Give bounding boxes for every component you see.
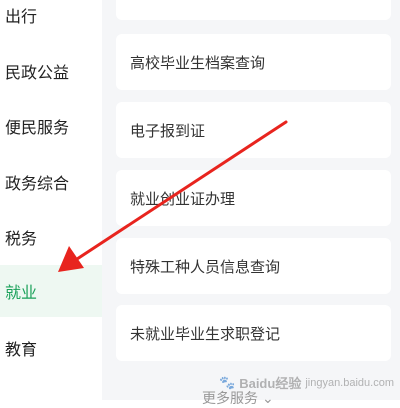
paw-logo-icon: 🐾 <box>219 374 236 390</box>
service-card-label: 电子报到证 <box>130 122 206 140</box>
baidu-watermark: 🐾 Baidu经验 jingyan.baidu.com <box>219 373 394 392</box>
sidebar-item-tax[interactable]: 税务 <box>0 212 102 262</box>
service-card-special-worker-query[interactable]: 特殊工种人员信息查询 <box>116 238 391 294</box>
service-card-label: 未就业毕业生求职登记 <box>130 325 281 343</box>
service-card-label: 就业创业证办理 <box>130 190 236 208</box>
service-card-employment-certificate[interactable]: 就业创业证办理 <box>116 170 391 226</box>
service-list: 高校毕业生档案查询 电子报到证 就业创业证办理 特殊工种人员信息查询 未就业毕业… <box>102 0 400 406</box>
sidebar-item-convenience[interactable]: 便民服务 <box>0 101 102 151</box>
sidebar-item-label: 税务 <box>5 231 38 248</box>
category-sidebar: 出行 民政公益 便民服务 政务综合 税务 就业 教育 <box>0 0 102 400</box>
service-card-graduate-archive[interactable]: 高校毕业生档案查询 <box>116 34 391 90</box>
service-card-cut-off[interactable] <box>116 0 391 20</box>
sidebar-item-label: 就业 <box>5 285 38 302</box>
watermark-url: jingyan.baidu.com <box>305 376 394 389</box>
service-card-label: 特殊工种人员信息查询 <box>130 258 281 276</box>
sidebar-item-travel[interactable]: 出行 <box>0 0 102 40</box>
service-card-job-registration[interactable]: 未就业毕业生求职登记 <box>116 305 391 361</box>
sidebar-item-label: 便民服务 <box>5 120 70 137</box>
sidebar-item-label: 政务综合 <box>5 176 70 193</box>
sidebar-item-label: 教育 <box>5 342 38 359</box>
sidebar-item-government[interactable]: 政务综合 <box>0 157 102 207</box>
sidebar-item-label: 民政公益 <box>5 65 70 82</box>
sidebar-item-employment[interactable]: 就业 <box>0 265 102 317</box>
service-card-electronic-report[interactable]: 电子报到证 <box>116 102 391 158</box>
sidebar-item-label: 出行 <box>5 9 38 26</box>
sidebar-item-civil-affairs[interactable]: 民政公益 <box>0 46 102 96</box>
watermark-brand: Baidu经验 <box>239 376 302 391</box>
chevron-down-icon: ⌄ <box>262 389 274 406</box>
sidebar-item-education[interactable]: 教育 <box>0 323 102 373</box>
service-card-label: 高校毕业生档案查询 <box>130 54 266 72</box>
